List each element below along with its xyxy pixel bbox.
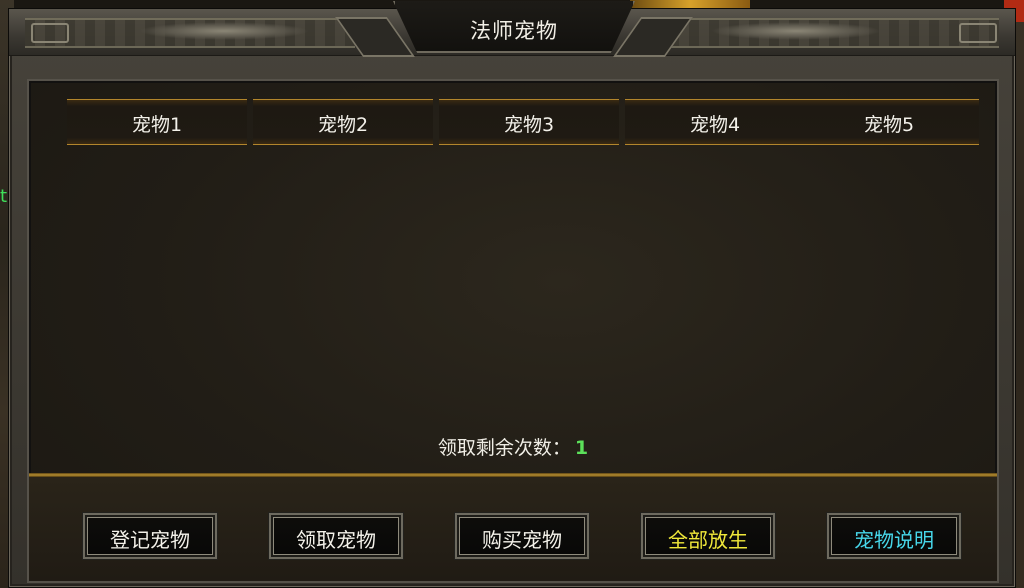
pet-help-button[interactable]: 宠物说明 — [827, 513, 961, 559]
remaining-claims: 领取剩余次数： 1 — [29, 433, 997, 460]
remaining-claims-count: 1 — [574, 437, 589, 459]
game-world-text-fragment: t — [0, 186, 8, 207]
title-plate: 法师宠物 — [393, 1, 635, 53]
tab-pet-2[interactable]: 宠物2 — [253, 99, 433, 145]
tab-label: 宠物5 — [863, 114, 915, 136]
button-label: 登记宠物 — [110, 528, 190, 552]
tab-label: 宠物4 — [689, 114, 741, 136]
tab-pet-4[interactable]: 宠物4 — [625, 99, 805, 145]
tab-label: 宠物1 — [131, 114, 183, 136]
tab-pet-1[interactable]: 宠物1 — [67, 99, 247, 145]
button-label: 宠物说明 — [854, 528, 934, 552]
register-pet-button[interactable]: 登记宠物 — [83, 513, 217, 559]
button-label: 全部放生 — [668, 528, 748, 552]
gold-divider — [29, 473, 997, 477]
buy-pet-button[interactable]: 购买宠物 — [455, 513, 589, 559]
window-title: 法师宠物 — [470, 19, 558, 43]
title-bar[interactable]: 法师宠物 — [9, 1, 1015, 57]
tab-label: 宠物2 — [317, 114, 369, 136]
knot-ornament-icon — [959, 23, 997, 43]
pet-panel: 宠物1 宠物2 宠物3 宠物4 宠物5 领取剩余次数：1 登记宠物 领取宠物 — [27, 79, 999, 583]
button-label: 领取宠物 — [296, 528, 376, 552]
dragon-ornament-icon — [139, 22, 309, 40]
button-label: 购买宠物 — [482, 528, 562, 552]
pet-window: 法师宠物 宠物1 宠物2 宠物3 宠物4 宠物5 领取剩余次数： 1 登记宠物 … — [8, 1, 1016, 588]
release-all-button[interactable]: 全部放生 — [641, 513, 775, 559]
tab-label: 宠物3 — [503, 114, 555, 136]
tab-pet-3[interactable]: 宠物3 — [439, 99, 619, 145]
knot-ornament-icon — [31, 23, 69, 43]
dragon-ornament-icon — [711, 22, 881, 40]
remaining-claims-label: 领取剩余次数： — [437, 437, 571, 459]
tab-pet-5[interactable]: 宠物5 — [799, 99, 979, 145]
claim-pet-button[interactable]: 领取宠物 — [269, 513, 403, 559]
